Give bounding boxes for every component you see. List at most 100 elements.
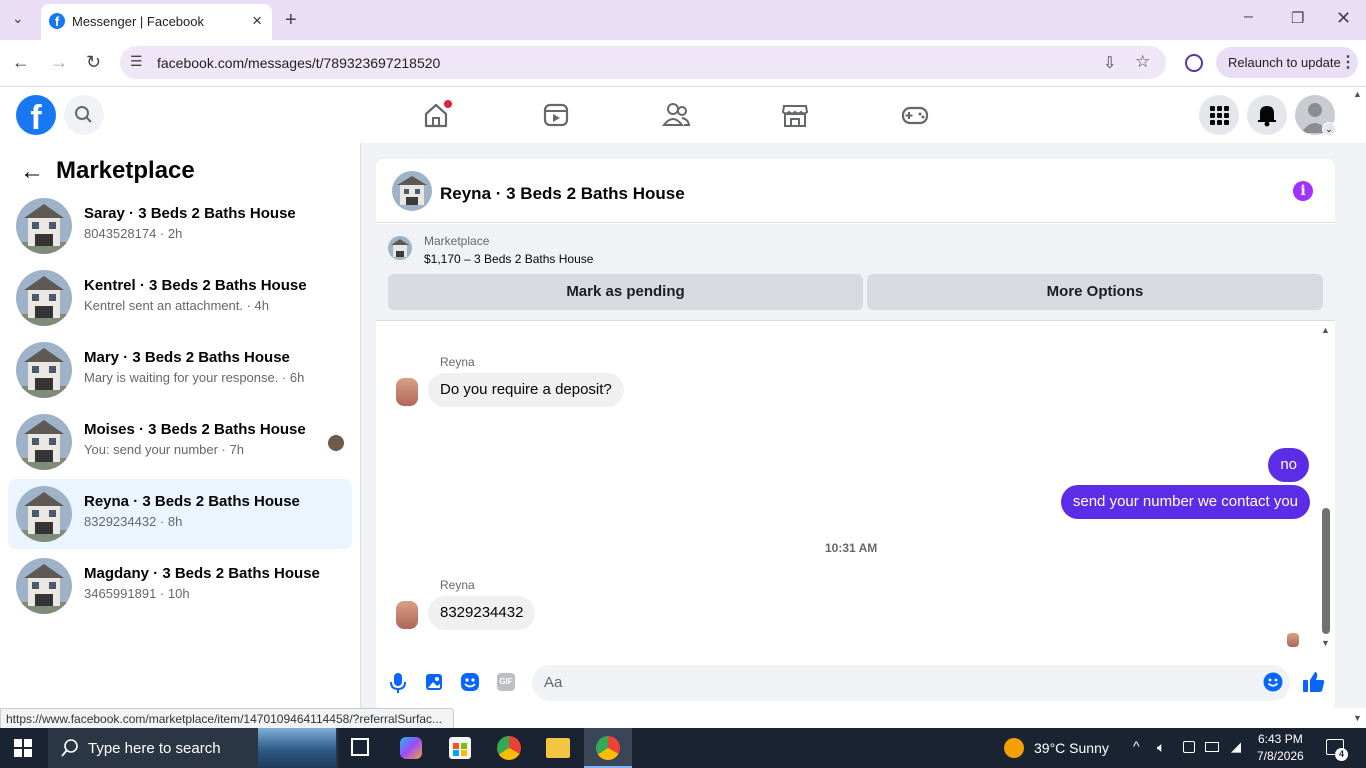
- microphone-icon[interactable]: [389, 672, 407, 699]
- message-sender: Reyna: [440, 355, 475, 369]
- message-bubble[interactable]: send your number we contact you: [1060, 485, 1310, 519]
- taskbar-search-placeholder[interactable]: Type here to search: [88, 740, 221, 757]
- conversation-item[interactable]: Magdany · 3 Beds 2 Baths House 3465991891…: [8, 551, 352, 621]
- page-scroll-down-icon[interactable]: ▼: [1353, 713, 1362, 723]
- friends-icon[interactable]: [660, 99, 692, 131]
- scroll-up-icon[interactable]: ▲: [1321, 325, 1330, 335]
- profile-icon[interactable]: [1185, 54, 1203, 72]
- chrome-profile-icon[interactable]: [497, 736, 521, 760]
- sender-avatar[interactable]: [396, 378, 418, 406]
- wifi-icon[interactable]: ◢: [1231, 739, 1241, 755]
- listing-thumbnail: [16, 342, 72, 398]
- active-chrome-taskbar-item[interactable]: [584, 728, 632, 768]
- window-close-icon[interactable]: ✕: [1336, 8, 1351, 29]
- back-icon[interactable]: ←: [12, 52, 30, 73]
- taskbar-clock[interactable]: 6:43 PM 7/8/2026: [1257, 731, 1304, 765]
- restore-icon[interactable]: ❐: [1291, 9, 1304, 27]
- weather-text[interactable]: 39°C Sunny: [1034, 740, 1109, 756]
- taskbar-search-icon: [60, 738, 80, 763]
- tab-close-icon[interactable]: ×: [252, 11, 262, 31]
- conversation-name: Moises · 3 Beds 2 Baths House: [84, 421, 306, 438]
- clock-date: 7/8/2026: [1257, 749, 1304, 763]
- account-chevron-icon[interactable]: ⌄: [1322, 122, 1336, 136]
- listing-banner-thumbnail: [388, 236, 412, 260]
- minimize-icon[interactable]: –: [1244, 8, 1253, 26]
- battery-icon[interactable]: [1205, 742, 1219, 752]
- scroll-down-icon[interactable]: ▼: [1321, 638, 1330, 648]
- facebook-favicon-icon: f: [49, 13, 65, 29]
- install-app-icon[interactable]: ⇩: [1103, 53, 1116, 73]
- conversation-item[interactable]: Moises · 3 Beds 2 Baths House You: send y…: [8, 407, 352, 477]
- notifications-button[interactable]: [1247, 95, 1287, 135]
- menu-grid-button[interactable]: [1199, 95, 1239, 135]
- listing-thumbnail: [16, 270, 72, 326]
- thumbs-up-icon[interactable]: [1302, 670, 1326, 699]
- mark-pending-button[interactable]: Mark as pending: [388, 274, 863, 310]
- sender-avatar[interactable]: [396, 601, 418, 629]
- tray-chevron-icon[interactable]: ^: [1133, 738, 1140, 754]
- notification-count-badge: 4: [1335, 748, 1348, 761]
- bookmark-star-icon[interactable]: ☆: [1135, 52, 1150, 72]
- new-tab-icon[interactable]: +: [285, 9, 297, 32]
- status-url: https://www.facebook.com/marketplace/ite…: [0, 708, 454, 729]
- tab-search-chevron-icon[interactable]: ⌄: [12, 10, 24, 27]
- gif-icon[interactable]: GIF: [497, 673, 515, 691]
- conversation-name: Kentrel · 3 Beds 2 Baths House: [84, 277, 307, 294]
- copilot-icon[interactable]: [400, 737, 422, 759]
- message-bubble[interactable]: Do you require a deposit?: [428, 373, 624, 407]
- photo-icon[interactable]: [425, 673, 443, 696]
- facebook-logo-icon[interactable]: f: [16, 95, 56, 135]
- listing-price[interactable]: $1,170 – 3 Beds 2 Baths House: [424, 252, 593, 266]
- video-icon[interactable]: [540, 99, 572, 131]
- browser-menu-icon[interactable]: ⋮: [1340, 52, 1356, 72]
- marketplace-icon[interactable]: [779, 99, 811, 131]
- message-timestamp: 10:31 AM: [825, 541, 878, 555]
- listing-label: Marketplace: [424, 234, 490, 248]
- message-bubble[interactable]: 8329234432: [428, 596, 536, 630]
- store-icon[interactable]: [449, 737, 471, 759]
- sticker-icon[interactable]: [460, 672, 480, 697]
- gaming-icon[interactable]: [899, 99, 931, 131]
- chat-title[interactable]: Reyna · 3 Beds 2 Baths House: [440, 184, 685, 204]
- chrome-icon: [596, 736, 620, 760]
- conversation-item[interactable]: Kentrel · 3 Beds 2 Baths House Kentrel se…: [8, 263, 352, 333]
- sun-weather-icon[interactable]: [1004, 738, 1024, 758]
- conversation-name: Reyna · 3 Beds 2 Baths House: [84, 493, 300, 510]
- info-icon[interactable]: i: [1293, 181, 1313, 201]
- more-options-button[interactable]: More Options: [867, 274, 1323, 310]
- conversation-preview: 3465991891 · 10h: [84, 586, 190, 601]
- reload-icon[interactable]: ↻: [86, 52, 101, 73]
- conversation-item[interactable]: Mary · 3 Beds 2 Baths House Mary is waiti…: [8, 335, 352, 405]
- page-scroll-up-icon[interactable]: ▲: [1353, 89, 1362, 99]
- sidebar-title: Marketplace: [56, 157, 195, 184]
- message-bubble[interactable]: no: [1268, 448, 1309, 482]
- listing-thumbnail: [16, 198, 72, 254]
- site-info-icon[interactable]: ☰: [130, 53, 143, 70]
- conversation-item[interactable]: Saray · 3 Beds 2 Baths House 8043528174 ·…: [8, 191, 352, 261]
- message-scrollbar[interactable]: [1322, 508, 1330, 634]
- browser-tab[interactable]: f Messenger | Facebook ×: [41, 4, 272, 40]
- task-view-icon[interactable]: [351, 738, 369, 756]
- url-text[interactable]: facebook.com/messages/t/789323697218520: [157, 55, 440, 71]
- relaunch-button[interactable]: Relaunch to update: [1216, 47, 1358, 78]
- home-icon[interactable]: [420, 99, 452, 131]
- back-arrow-icon[interactable]: ←: [20, 158, 44, 186]
- seen-receipt-avatar: [1287, 633, 1299, 647]
- message-input-placeholder[interactable]: Aa: [544, 674, 562, 691]
- file-explorer-icon[interactable]: [546, 738, 570, 758]
- conversation-preview: Mary is waiting for your response. · 6h: [84, 370, 305, 385]
- windows-start-icon[interactable]: [14, 739, 32, 762]
- emoji-icon[interactable]: [1263, 672, 1283, 697]
- clock-time: 6:43 PM: [1258, 732, 1303, 746]
- message-input[interactable]: [532, 665, 1290, 701]
- forward-icon[interactable]: →: [50, 52, 68, 73]
- chat-listing-thumbnail[interactable]: [392, 171, 432, 211]
- listing-thumbnail: [16, 558, 72, 614]
- volume-icon[interactable]: 🔈︎: [1157, 739, 1165, 756]
- search-highlight-image: [258, 728, 336, 768]
- conversation-preview: You: send your number · 7h: [84, 442, 244, 457]
- conversation-preview: Kentrel sent an attachment. · 4h: [84, 298, 269, 313]
- facebook-search-button[interactable]: [64, 95, 104, 135]
- conversation-item[interactable]: Reyna · 3 Beds 2 Baths House 8329234432 ·…: [8, 479, 352, 549]
- meet-icon[interactable]: [1183, 741, 1195, 753]
